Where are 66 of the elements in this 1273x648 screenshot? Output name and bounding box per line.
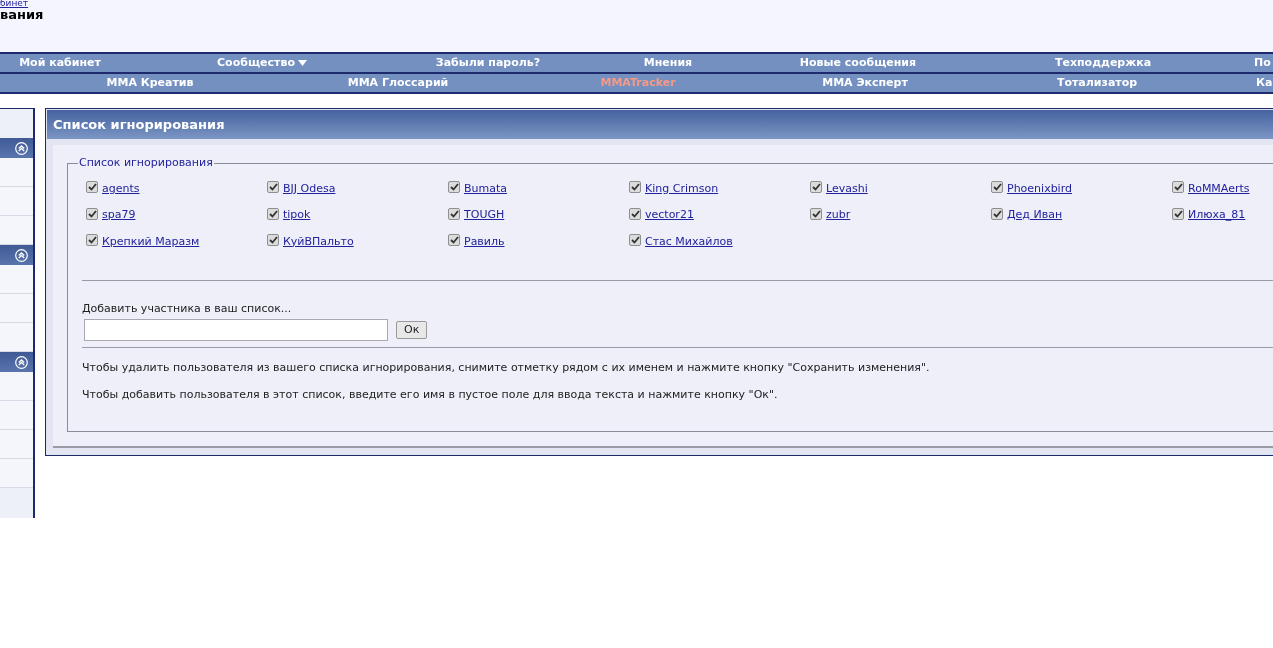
username-input[interactable] xyxy=(84,318,388,341)
add-member-label: Добавить участника в ваш список... xyxy=(82,301,293,317)
check-icon xyxy=(449,236,459,245)
checkbox[interactable] xyxy=(991,181,1003,194)
check-icon xyxy=(630,183,640,192)
collapse-icon[interactable] xyxy=(15,141,28,155)
user-link[interactable]: King Crimson xyxy=(645,177,719,197)
check-icon xyxy=(87,209,97,218)
ok-button[interactable]: Ок xyxy=(396,320,428,339)
check-icon xyxy=(87,236,97,245)
user-link[interactable]: Phoenixbird xyxy=(1007,177,1072,197)
user-link[interactable]: Levashi xyxy=(826,177,868,197)
check-icon xyxy=(449,183,459,192)
user-link[interactable]: tipok xyxy=(283,204,311,224)
user-link[interactable]: spa79 xyxy=(102,204,136,224)
check-icon xyxy=(1173,183,1183,192)
check-icon xyxy=(811,209,821,218)
check-icon xyxy=(268,236,278,245)
checkbox[interactable] xyxy=(1172,207,1184,220)
collapse-icon[interactable] xyxy=(15,248,28,262)
check-icon xyxy=(992,183,1002,192)
collapse-icon[interactable] xyxy=(15,355,28,369)
user-link[interactable]: BJJ Odesa xyxy=(283,177,336,197)
checkbox[interactable] xyxy=(448,234,460,247)
user-link[interactable]: vector21 xyxy=(645,204,694,224)
checkbox[interactable] xyxy=(86,181,98,194)
check-icon xyxy=(87,183,97,192)
page-title: вания xyxy=(0,6,45,23)
checkbox[interactable] xyxy=(629,207,641,220)
check-icon xyxy=(1173,209,1183,218)
panel-title: Список игнорирования xyxy=(47,110,1273,139)
check-icon xyxy=(811,183,821,192)
user-link[interactable]: Стас Михайлов xyxy=(645,230,733,250)
check-icon xyxy=(992,209,1002,218)
checkbox[interactable] xyxy=(991,207,1003,220)
user-link[interactable]: Равиль xyxy=(464,230,505,250)
caret-icon xyxy=(297,59,307,67)
help-text: Чтобы удалить пользователя из вашего списка игнорирования, снимите отметку рядом с их именем и нажмите кнопку "Сохранить изменения". xyxy=(82,359,931,376)
user-link[interactable]: Bumata xyxy=(464,177,508,197)
checkbox[interactable] xyxy=(267,181,279,194)
checkbox[interactable] xyxy=(810,207,822,220)
checkbox[interactable] xyxy=(86,234,98,247)
user-link[interactable]: RoMMAerts xyxy=(1188,177,1250,197)
user-link[interactable]: Крепкий Маразм xyxy=(102,230,200,250)
checkbox[interactable] xyxy=(629,181,641,194)
checkbox[interactable] xyxy=(1172,181,1184,194)
checkbox[interactable] xyxy=(448,181,460,194)
check-icon xyxy=(268,183,278,192)
check-icon xyxy=(449,209,459,218)
checkbox[interactable] xyxy=(448,207,460,220)
check-icon xyxy=(630,236,640,245)
checkbox[interactable] xyxy=(629,234,641,247)
user-link[interactable]: КуйВПальто xyxy=(283,230,354,250)
fieldset-legend: Список игнорирования xyxy=(78,155,214,172)
check-icon xyxy=(268,209,278,218)
checkbox[interactable] xyxy=(810,181,822,194)
check-icon xyxy=(630,209,640,218)
user-link[interactable]: Илюха_81 xyxy=(1188,204,1246,224)
help-text: Чтобы добавить пользователя в этот список, введите его имя в пустое поле для ввода текста и нажмите кнопку "Ок". xyxy=(82,387,779,403)
user-link[interactable]: Дед Иван xyxy=(1007,204,1063,224)
checkbox[interactable] xyxy=(86,207,98,220)
user-link[interactable]: TOUGH xyxy=(464,204,505,224)
user-link[interactable]: zubr xyxy=(826,204,851,224)
user-link[interactable]: agents xyxy=(102,177,140,197)
checkbox[interactable] xyxy=(267,207,279,220)
checkbox[interactable] xyxy=(267,234,279,247)
